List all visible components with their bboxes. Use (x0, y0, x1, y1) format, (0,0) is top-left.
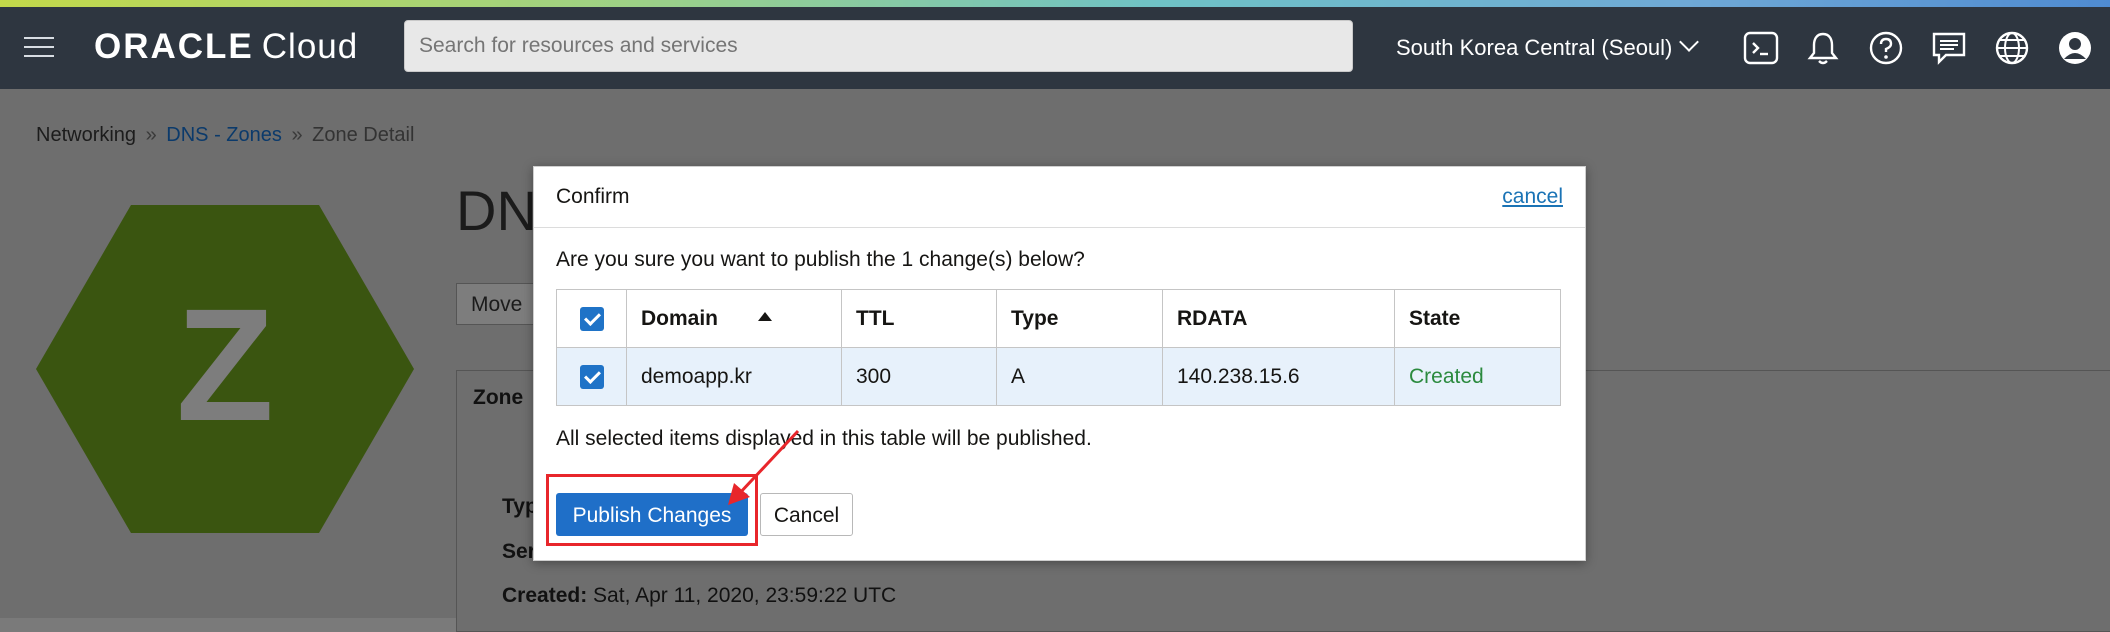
avatar-letter: Z (176, 275, 274, 454)
breadcrumb-zone-detail: Zone Detail (312, 124, 415, 146)
breadcrumb-separator: » (291, 124, 303, 146)
column-domain[interactable]: Domain (626, 289, 842, 348)
row-select-cell (556, 347, 627, 406)
cell-ttl: 300 (841, 347, 997, 406)
column-state[interactable]: State (1394, 289, 1561, 348)
table-row: demoapp.kr 300 A 140.238.15.6 Created (556, 347, 1561, 406)
dialog-cancel-link[interactable]: cancel (1502, 185, 1563, 209)
sort-ascending-icon[interactable] (758, 312, 773, 322)
annotation-arrow-icon (728, 429, 800, 505)
region-label: South Korea Central (Seoul) (1396, 35, 1673, 60)
zone-avatar-hexagon: Z (36, 205, 414, 533)
menu-icon[interactable] (24, 37, 54, 59)
field-serial-label: Ser (502, 540, 536, 563)
top-accent-stripe (0, 0, 2110, 7)
breadcrumb-separator: » (145, 124, 157, 146)
breadcrumb: Networking » DNS - Zones » Zone Detail (36, 124, 414, 147)
globe-icon[interactable] (1993, 29, 2031, 67)
tab-zone-label: Zone (473, 386, 524, 409)
dialog-header: Confirm cancel (534, 167, 1585, 228)
top-navigation-bar: ORACLECloud South Korea Central (Seoul) (0, 7, 2110, 89)
chat-icon[interactable] (1930, 29, 1968, 67)
column-ttl[interactable]: TTL (841, 289, 997, 348)
dialog-note: All selected items displayed in this tab… (556, 427, 1092, 450)
bell-icon[interactable] (1804, 29, 1842, 67)
region-selector[interactable]: South Korea Central (Seoul) (1396, 32, 1700, 61)
help-icon[interactable] (1867, 29, 1905, 67)
cell-type: A (996, 347, 1163, 406)
cell-rdata: 140.238.15.6 (1162, 347, 1395, 406)
chevron-down-icon (1679, 32, 1700, 52)
row-checkbox[interactable] (579, 364, 604, 389)
cell-state: Created (1394, 347, 1561, 406)
oracle-cloud-logo[interactable]: ORACLE Cloud (94, 27, 358, 67)
breadcrumb-dns-zones[interactable]: DNS - Zones (166, 124, 282, 146)
created-value: Sat, Apr 11, 2020, 23:59:22 UTC (593, 584, 897, 607)
column-rdata[interactable]: RDATA (1162, 289, 1395, 348)
table-header-row: Domain TTL Type RDATA State (556, 289, 1561, 348)
column-type[interactable]: Type (996, 289, 1163, 348)
dialog-question: Are you sure you want to publish the 1 c… (556, 248, 1085, 271)
select-all-checkbox[interactable] (579, 306, 604, 331)
created-label: Created: (502, 584, 588, 607)
cloud-shell-icon[interactable] (1742, 29, 1780, 67)
select-all-cell (556, 289, 627, 348)
search-input[interactable] (404, 20, 1353, 72)
breadcrumb-networking[interactable]: Networking (36, 124, 136, 146)
changes-table: Domain TTL Type RDATA State demoapp.kr 3… (556, 289, 1561, 406)
cell-domain: demoapp.kr (626, 347, 842, 406)
user-icon[interactable] (2056, 29, 2094, 67)
created-field: Created: Sat, Apr 11, 2020, 23:59:22 UTC (502, 584, 896, 608)
dialog-title: Confirm (556, 185, 630, 208)
